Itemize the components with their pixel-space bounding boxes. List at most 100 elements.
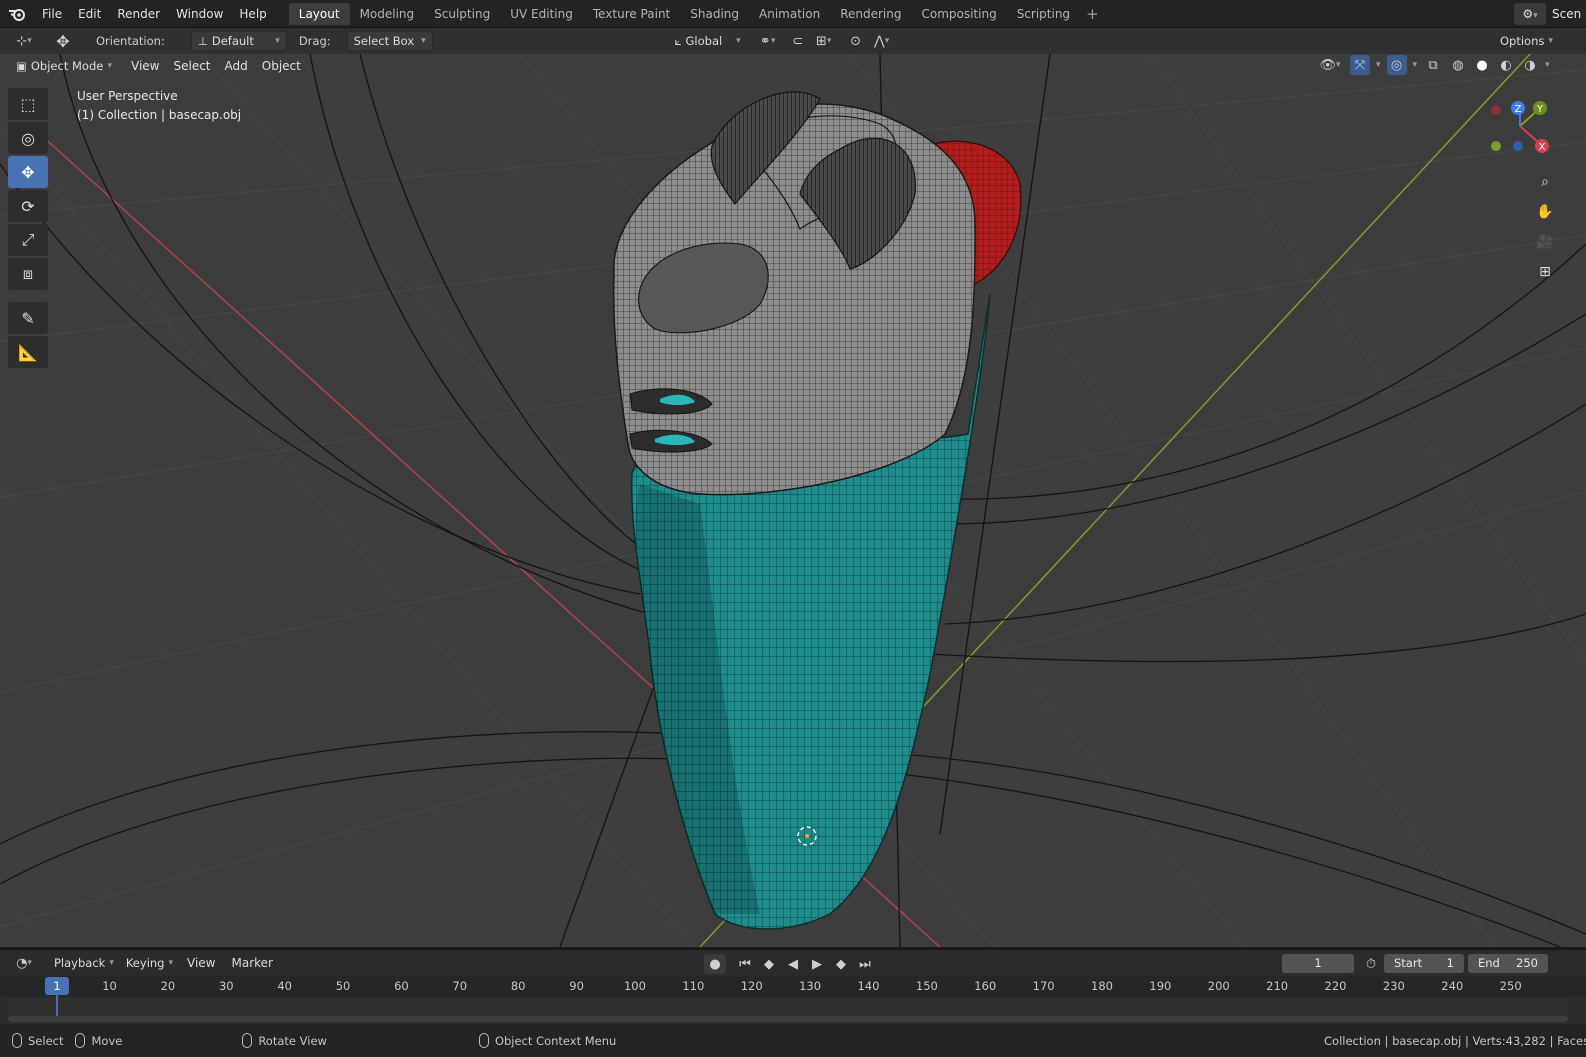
rendered-shading-icon[interactable]: ◑: [1521, 55, 1539, 75]
frame-tick-label: 100: [623, 979, 646, 993]
timeline-menu-view[interactable]: View: [179, 956, 223, 970]
ortho-toggle-icon[interactable]: ⊞: [1532, 260, 1558, 284]
menu-render[interactable]: Render: [109, 0, 168, 28]
tab-shading[interactable]: Shading: [680, 3, 749, 25]
add-workspace-button[interactable]: +: [1080, 5, 1105, 23]
tab-rendering[interactable]: Rendering: [830, 3, 911, 25]
viewport-menu-select[interactable]: Select: [166, 59, 217, 73]
visibility-eye-icon[interactable]: 👁 ▾: [1316, 55, 1344, 75]
solid-shading-icon[interactable]: ●: [1473, 55, 1491, 75]
orientation-dropdown[interactable]: ⊥ Default ▾: [190, 31, 287, 51]
chevron-down-icon[interactable]: ▾: [1376, 60, 1381, 70]
frame-tick-label: 250: [1499, 979, 1522, 993]
start-frame-field[interactable]: Start 1: [1384, 954, 1464, 973]
frame-tick-label: 70: [452, 979, 468, 993]
next-keyframe-icon[interactable]: ◆: [830, 954, 852, 974]
falloff-icon[interactable]: ⋀ ▾: [867, 31, 897, 51]
tab-texture-paint[interactable]: Texture Paint: [583, 3, 680, 25]
hint-move-label: Move: [91, 1033, 123, 1048]
overlay-toggle-icon[interactable]: ◎: [1386, 55, 1407, 75]
frame-tick-label: 120: [740, 979, 763, 993]
play-reverse-icon[interactable]: ◀: [782, 954, 804, 974]
tool-settings-bar: ⊹ ▾ ✥ Orientation: ⊥ Default ▾ Drag: Sele…: [0, 28, 1586, 54]
jump-start-icon[interactable]: ⏮: [734, 954, 756, 974]
tab-animation[interactable]: Animation: [749, 3, 830, 25]
measure-icon[interactable]: 📐: [8, 336, 48, 368]
viewport-menu-view[interactable]: View: [124, 59, 166, 73]
frame-tick-label: 90: [569, 979, 584, 993]
frame-ruler[interactable]: 10 20 30 40 50 60 70 80 90 100 110 120 130 140 150 160 1…: [0, 976, 1586, 996]
keying-menu[interactable]: Keying ▾: [120, 953, 179, 973]
play-icon[interactable]: ▶: [806, 954, 828, 974]
drag-dropdown[interactable]: Select Box ▾: [346, 31, 433, 51]
playhead-line[interactable]: [56, 995, 58, 1016]
frame-tick-label: 180: [1091, 979, 1113, 993]
preview-range-icon[interactable]: ⏱: [1360, 954, 1382, 974]
end-frame-field[interactable]: End 250: [1468, 954, 1548, 973]
3d-viewport[interactable]: ▣ Object Mode ▾ View Select Add Object 👁…: [0, 54, 1586, 947]
hint-rotate: Rotate View: [242, 1033, 327, 1048]
end-value: 250: [1516, 956, 1538, 970]
timeline-menu-marker[interactable]: Marker: [224, 956, 281, 970]
tab-layout[interactable]: Layout: [288, 2, 350, 25]
chevron-down-icon[interactable]: ▾: [1413, 60, 1418, 70]
drag-label: Drag:: [298, 34, 331, 48]
playhead-frame-indicator[interactable]: 1: [45, 977, 69, 995]
menu-file[interactable]: File: [34, 0, 70, 28]
navigation-gizmo[interactable]: Z Y X: [1486, 96, 1566, 166]
transform-orientation-dropdown[interactable]: ⟀ Global ▾: [669, 31, 747, 51]
pan-hand-icon[interactable]: ✋: [1532, 200, 1558, 224]
tab-compositing[interactable]: Compositing: [911, 3, 1006, 25]
zoom-icon[interactable]: ⌕: [1532, 170, 1558, 194]
camera-view-icon[interactable]: 🎥: [1532, 230, 1558, 254]
timeline-editor-icon[interactable]: ◔ ▾: [8, 953, 40, 973]
snap-target-icon[interactable]: ⊞ ▾: [809, 31, 839, 51]
orientation-value: Default: [211, 34, 254, 48]
menu-edit[interactable]: Edit: [70, 0, 109, 28]
chevron-down-icon: ▾: [421, 36, 426, 46]
scene-selector[interactable]: ⚙▾ Scen: [1514, 3, 1586, 25]
menu-help[interactable]: Help: [231, 0, 274, 28]
material-shading-icon[interactable]: ◐: [1497, 55, 1515, 75]
pivot-point-icon[interactable]: ⚭ ▾: [753, 31, 783, 51]
snap-toggle-icon[interactable]: ⊂: [787, 31, 809, 51]
menu-window[interactable]: Window: [168, 0, 231, 28]
tab-sculpting[interactable]: Sculpting: [424, 3, 500, 25]
playback-menu[interactable]: Playback ▾: [48, 953, 120, 973]
annotate-icon[interactable]: ✎: [8, 302, 48, 334]
scene-icon: ⚙▾: [1514, 3, 1546, 25]
frame-tick-label: 220: [1324, 979, 1347, 993]
wireframe-shading-icon[interactable]: ◍: [1449, 55, 1467, 75]
middle-mouse-icon: [242, 1033, 253, 1048]
current-frame-field[interactable]: 1: [1282, 954, 1354, 973]
move-icon[interactable]: ✥: [8, 156, 48, 188]
prev-keyframe-icon[interactable]: ◆: [758, 954, 780, 974]
jump-end-icon[interactable]: ⏭: [854, 954, 876, 974]
frame-tick-label: 20: [160, 979, 176, 993]
record-icon[interactable]: ●: [704, 954, 726, 974]
status-bar: Select Move Rotate View Object Context M…: [0, 1024, 1586, 1057]
blender-logo-icon[interactable]: [0, 0, 34, 28]
timeline[interactable]: 10 20 30 40 50 60 70 80 90 100 110 120 130 140 150 160 1…: [0, 976, 1586, 1024]
viewport-menu-object[interactable]: Object: [255, 59, 308, 73]
tab-modeling[interactable]: Modeling: [350, 3, 425, 25]
chevron-down-icon[interactable]: ▾: [1545, 60, 1550, 70]
xray-toggle-icon[interactable]: ⧉: [1423, 55, 1443, 75]
select-box-icon[interactable]: ⬚: [8, 88, 48, 120]
keyframe-track[interactable]: [8, 998, 1568, 1016]
tab-scripting[interactable]: Scripting: [1007, 3, 1080, 25]
scale-icon[interactable]: ⤢: [8, 224, 48, 256]
neg-x-axis-handle: [1491, 105, 1501, 115]
rotate-icon[interactable]: ⟳: [8, 190, 48, 222]
hint-rotate-label: Rotate View: [258, 1033, 327, 1048]
editor-type-icon[interactable]: ⊹ ▾: [8, 31, 40, 51]
gizmo-toggle-icon[interactable]: ⤧: [1350, 55, 1370, 75]
timeline-scrollbar[interactable]: [8, 1016, 1568, 1022]
viewport-menu-add[interactable]: Add: [218, 59, 255, 73]
mode-dropdown[interactable]: ▣ Object Mode ▾: [10, 56, 118, 76]
tab-uv-editing[interactable]: UV Editing: [500, 3, 583, 25]
proportional-edit-icon[interactable]: ⊙: [845, 31, 867, 51]
transform-icon[interactable]: ⧈: [8, 258, 48, 290]
cursor-icon[interactable]: ◎: [8, 122, 48, 154]
options-dropdown[interactable]: Options ▾: [1494, 31, 1556, 51]
